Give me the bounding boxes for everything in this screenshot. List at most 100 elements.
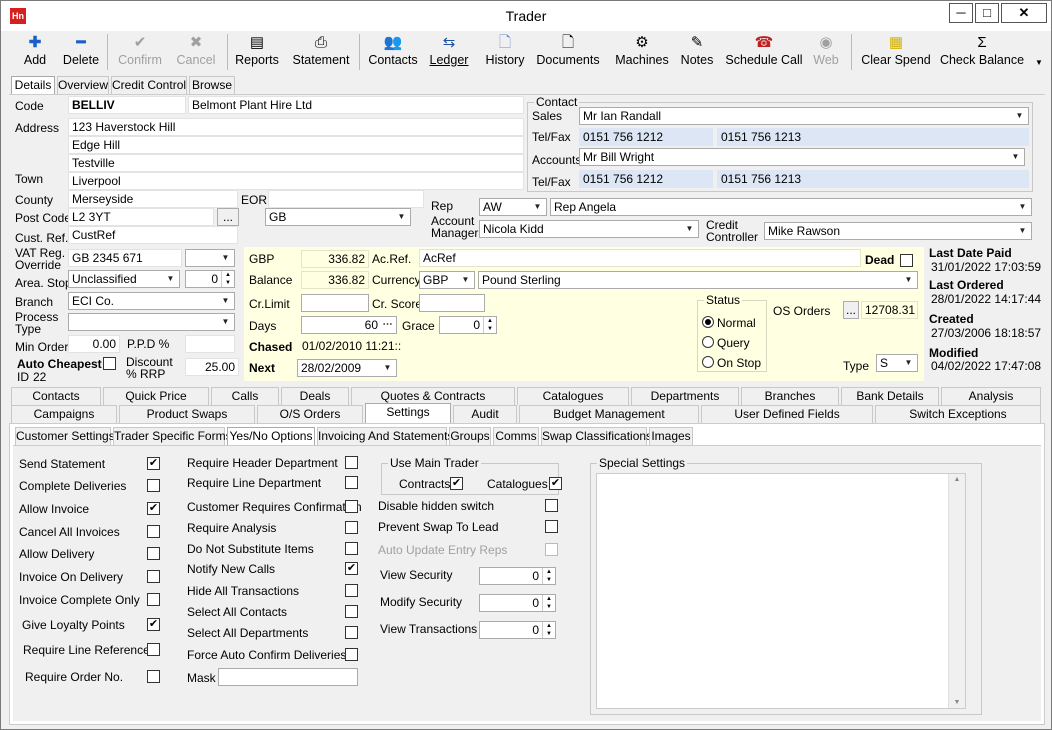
discount-field[interactable]: 25.00 bbox=[185, 358, 239, 376]
tab-deals[interactable]: Deals bbox=[281, 387, 349, 405]
county-field[interactable]: Merseyside bbox=[68, 190, 238, 208]
tab-yes-no-options[interactable]: Yes/No Options bbox=[227, 427, 315, 445]
auto-cheapest-checkbox[interactable] bbox=[103, 357, 116, 370]
next-date-picker[interactable]: 28/02/2009 ▼ bbox=[297, 359, 397, 377]
schedule-call-button[interactable]: ☎ Schedule Call bbox=[725, 34, 803, 70]
maximize-button[interactable]: □ bbox=[975, 3, 999, 23]
option-checkbox[interactable] bbox=[147, 570, 160, 583]
postcode-field[interactable]: L2 3YT bbox=[68, 208, 214, 226]
tab-swap-classifications[interactable]: Swap Classifications bbox=[541, 427, 652, 445]
tab-overview[interactable]: Overview bbox=[57, 76, 109, 94]
tab-analysis[interactable]: Analysis bbox=[941, 387, 1041, 405]
option-checkbox[interactable] bbox=[345, 521, 358, 534]
option-checkbox[interactable] bbox=[147, 593, 160, 606]
tab-invoicing-statements[interactable]: Invoicing And Statements bbox=[317, 427, 453, 445]
address2-field[interactable]: Edge Hill bbox=[68, 136, 524, 154]
option-checkbox[interactable] bbox=[147, 525, 160, 538]
address3-field[interactable]: Testville bbox=[68, 154, 524, 172]
confirm-button[interactable]: ✔ Confirm bbox=[113, 34, 167, 70]
accounts-fax-field[interactable]: 0151 756 1213 bbox=[717, 170, 1029, 188]
tab-switch-exceptions[interactable]: Switch Exceptions bbox=[875, 405, 1041, 423]
tab-budget-management[interactable]: Budget Management bbox=[519, 405, 699, 423]
eori-field[interactable] bbox=[268, 190, 424, 208]
spin-arrows-icon[interactable]: ▲ ▼ bbox=[221, 271, 234, 287]
days-field[interactable]: 60 ⋯ bbox=[301, 316, 397, 334]
tab-browse[interactable]: Browse bbox=[189, 76, 235, 94]
delete-button[interactable]: ━ Delete bbox=[59, 34, 103, 70]
cancel-button[interactable]: ✖ Cancel bbox=[171, 34, 221, 70]
option-checkbox[interactable] bbox=[147, 643, 160, 656]
tab-audit[interactable]: Audit bbox=[453, 405, 517, 423]
reports-button[interactable]: ▤ Reports bbox=[233, 34, 281, 70]
web-button[interactable]: ◉ Web bbox=[811, 34, 841, 70]
option-checkbox[interactable] bbox=[345, 542, 358, 555]
ellipsis-icon[interactable]: ⋯ bbox=[380, 318, 395, 332]
branch-select[interactable]: ECI Co. ▼ bbox=[68, 292, 235, 310]
account-manager-select[interactable]: Nicola Kidd ▼ bbox=[479, 220, 699, 238]
vertical-scrollbar[interactable]: ▲ ▼ bbox=[948, 474, 965, 708]
status-query-radio[interactable] bbox=[702, 336, 714, 348]
address1-field[interactable]: 123 Haverstock Hill bbox=[68, 118, 524, 136]
rep-code-select[interactable]: AW ▼ bbox=[479, 198, 547, 216]
mask-field[interactable] bbox=[218, 668, 358, 686]
option-checkbox[interactable]: ✔ bbox=[147, 457, 160, 470]
option-checkbox[interactable]: ✔ bbox=[345, 562, 358, 575]
option-checkbox[interactable] bbox=[545, 543, 558, 556]
history-button[interactable]: 🗋 History bbox=[481, 34, 529, 70]
add-button[interactable]: ✚ Add bbox=[13, 34, 57, 70]
tab-bank-details[interactable]: Bank Details bbox=[841, 387, 939, 405]
option-checkbox[interactable] bbox=[345, 500, 358, 513]
tab-customer-settings[interactable]: Customer Settings bbox=[15, 427, 115, 445]
status-normal-radio[interactable] bbox=[702, 316, 714, 328]
vat-override-select[interactable]: ▼ bbox=[185, 249, 235, 267]
process-type-select[interactable]: ▼ bbox=[68, 313, 235, 331]
option-checkbox[interactable] bbox=[345, 648, 358, 661]
option-checkbox[interactable] bbox=[147, 670, 160, 683]
min-order-field[interactable]: 0.00 bbox=[68, 335, 120, 353]
minimize-button[interactable]: ─ bbox=[949, 3, 973, 23]
tab-credit-control[interactable]: Credit Control bbox=[111, 76, 187, 94]
custref-field[interactable]: CustRef bbox=[68, 226, 238, 244]
spin-arrows-icon[interactable]: ▲ ▼ bbox=[483, 317, 496, 333]
currency-select[interactable]: GBP ▼ bbox=[419, 271, 475, 289]
tab-trader-specific-forms[interactable]: Trader Specific Forms bbox=[113, 427, 232, 445]
type-select[interactable]: S ▼ bbox=[876, 354, 918, 372]
spin-arrows-icon[interactable]: ▲ ▼ bbox=[542, 595, 555, 611]
option-checkbox[interactable] bbox=[345, 476, 358, 489]
ppd-field[interactable] bbox=[185, 335, 235, 353]
option-checkbox[interactable]: ✔ bbox=[147, 502, 160, 515]
credit-limit-field[interactable] bbox=[301, 294, 369, 312]
spin-arrows-icon[interactable]: ▲ ▼ bbox=[542, 622, 555, 638]
special-settings-textarea[interactable]: ▲ ▼ bbox=[596, 473, 966, 709]
security-stepper[interactable]: 0 ▲ ▼ bbox=[479, 621, 556, 639]
tab-comms[interactable]: Comms bbox=[493, 427, 539, 445]
toolbar-overflow-icon[interactable]: ▼ bbox=[1035, 58, 1043, 67]
tab-product-swaps[interactable]: Product Swaps bbox=[119, 405, 255, 423]
option-checkbox[interactable] bbox=[147, 547, 160, 560]
check-balance-button[interactable]: Σ Check Balance bbox=[939, 34, 1025, 70]
credit-controller-select[interactable]: Mike Rawson ▼ bbox=[764, 222, 1032, 240]
name-field[interactable]: Belmont Plant Hire Ltd bbox=[188, 96, 524, 114]
option-checkbox[interactable] bbox=[545, 520, 558, 533]
accounts-tel-field[interactable]: 0151 756 1212 bbox=[579, 170, 713, 188]
tab-quick-price[interactable]: Quick Price bbox=[103, 387, 209, 405]
tab-os-orders[interactable]: O/S Orders bbox=[257, 405, 363, 423]
country-select[interactable]: GB ▼ bbox=[265, 208, 411, 226]
scroll-up-icon[interactable]: ▲ bbox=[949, 476, 965, 483]
tab-catalogues[interactable]: Catalogues bbox=[517, 387, 629, 405]
option-checkbox[interactable] bbox=[345, 605, 358, 618]
notes-button[interactable]: ✎ Notes bbox=[679, 34, 715, 70]
spin-arrows-icon[interactable]: ▲ ▼ bbox=[542, 568, 555, 584]
accounts-contact-select[interactable]: Mr Bill Wright ▼ bbox=[579, 148, 1025, 166]
area-select[interactable]: Unclassified ▼ bbox=[68, 270, 180, 288]
tab-branches[interactable]: Branches bbox=[741, 387, 839, 405]
tab-images[interactable]: Images bbox=[649, 427, 693, 445]
close-button[interactable]: ✕ bbox=[1001, 3, 1047, 23]
tab-campaigns[interactable]: Campaigns bbox=[11, 405, 117, 423]
ledger-button[interactable]: ⇆ Ledger bbox=[429, 34, 469, 70]
rep-name-select[interactable]: Rep Angela ▼ bbox=[550, 198, 1032, 216]
sales-contact-select[interactable]: Mr Ian Randall ▼ bbox=[579, 107, 1029, 125]
area-stop-stepper[interactable]: 0 ▲ ▼ bbox=[185, 270, 235, 288]
security-stepper[interactable]: 0 ▲ ▼ bbox=[479, 567, 556, 585]
documents-button[interactable]: 🗋 Documents bbox=[535, 34, 601, 70]
